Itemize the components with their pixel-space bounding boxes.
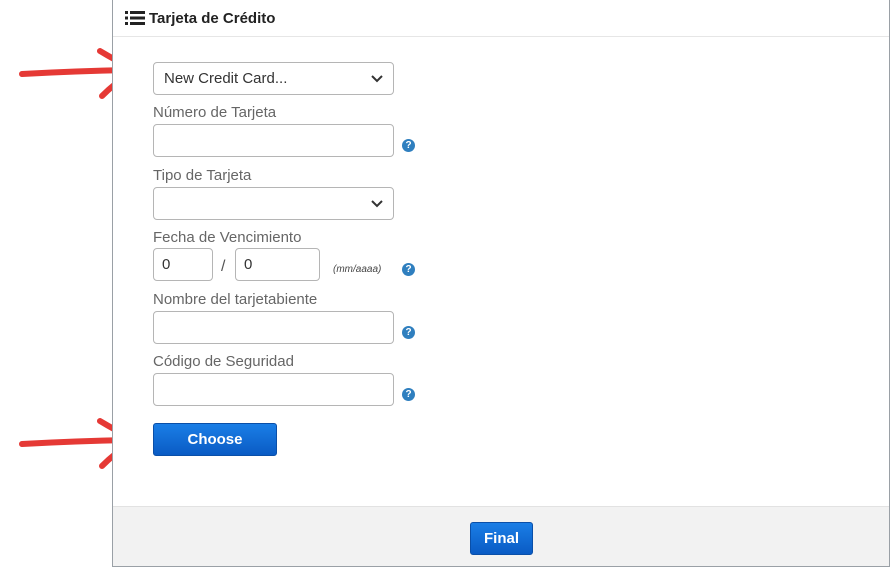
expiry-label: Fecha de Vencimiento bbox=[153, 229, 302, 246]
panel-title: Tarjeta de Crédito bbox=[149, 9, 276, 27]
help-glyph: ? bbox=[405, 263, 412, 275]
expiry-month-input[interactable] bbox=[153, 248, 213, 281]
card-number-help-icon[interactable]: ? bbox=[402, 139, 415, 152]
card-number-input[interactable] bbox=[153, 124, 394, 157]
holder-name-label: Nombre del tarjetabiente bbox=[153, 291, 318, 308]
saved-card-select-value: New Credit Card... bbox=[164, 70, 288, 87]
chevron-down-icon bbox=[371, 199, 383, 207]
card-type-select[interactable] bbox=[153, 187, 394, 220]
security-code-help-icon[interactable]: ? bbox=[402, 388, 415, 401]
choose-button[interactable]: Choose bbox=[153, 423, 277, 456]
card-type-label: Tipo de Tarjeta bbox=[153, 167, 252, 184]
help-glyph: ? bbox=[405, 326, 412, 338]
holder-name-input[interactable] bbox=[153, 311, 394, 344]
security-code-input[interactable] bbox=[153, 373, 394, 406]
panel-header: Tarjeta de Crédito bbox=[113, 0, 889, 37]
help-glyph: ? bbox=[405, 139, 412, 151]
final-button[interactable]: Final bbox=[470, 522, 533, 555]
expiry-separator: / bbox=[221, 258, 226, 275]
expiry-help-icon[interactable]: ? bbox=[402, 263, 415, 276]
list-icon bbox=[125, 11, 145, 25]
saved-card-select[interactable]: New Credit Card... bbox=[153, 62, 394, 95]
help-glyph: ? bbox=[405, 388, 412, 400]
chevron-down-icon bbox=[371, 74, 383, 82]
security-code-label: Código de Seguridad bbox=[153, 353, 294, 370]
expiry-year-input[interactable] bbox=[235, 248, 320, 281]
expiry-format-hint: (mm/aaaa) bbox=[333, 264, 382, 275]
card-number-label: Número de Tarjeta bbox=[153, 104, 277, 121]
panel-footer: Final bbox=[113, 506, 889, 566]
credit-card-panel: Tarjeta de Crédito New Credit Card... Nú… bbox=[112, 0, 890, 567]
holder-name-help-icon[interactable]: ? bbox=[402, 326, 415, 339]
